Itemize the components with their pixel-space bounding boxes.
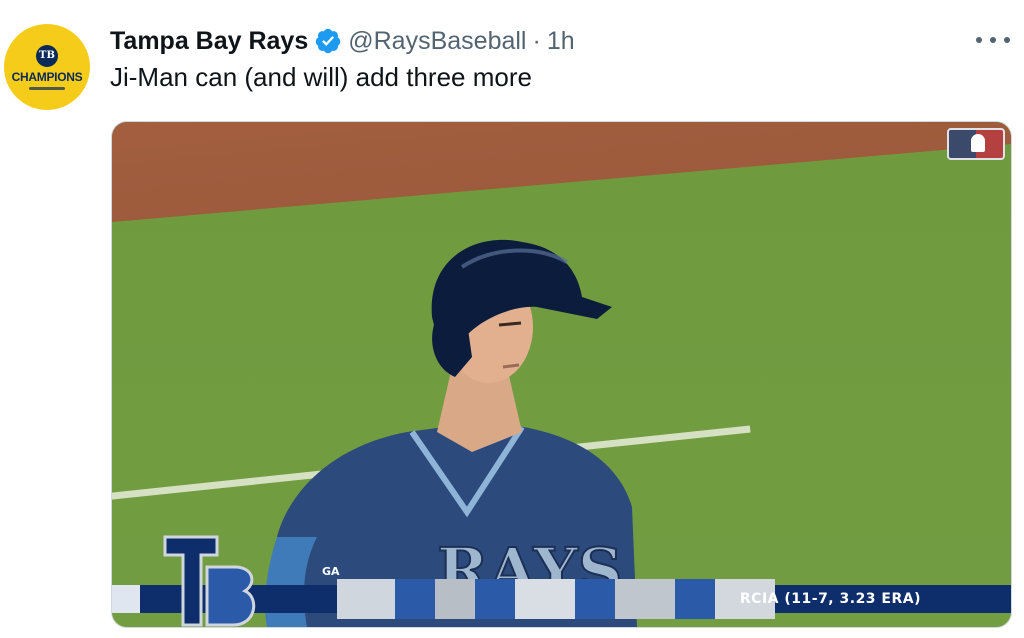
avatar-champions-label: CHAMPIONS bbox=[11, 69, 83, 84]
author-name[interactable]: Tampa Bay Rays bbox=[110, 27, 308, 56]
verified-badge-icon bbox=[314, 27, 342, 55]
avatar-team-badge: TB bbox=[36, 44, 58, 67]
pitcher-stats-text: RCIA (11-7, 3.23 ERA) bbox=[739, 591, 921, 607]
separator-dot: · bbox=[532, 26, 541, 55]
more-options-icon[interactable] bbox=[976, 30, 1010, 50]
baseball-player: RAYS bbox=[265, 239, 637, 627]
tweet-video[interactable]: RAYS GA RCIA (11-7, 3.23 ERA) bbox=[111, 121, 1012, 628]
mlb-logo-icon bbox=[947, 128, 1005, 160]
tb-team-logo-icon bbox=[163, 535, 256, 627]
profile-avatar[interactable]: TB CHAMPIONS bbox=[4, 24, 90, 110]
tweet-timestamp[interactable]: 1h bbox=[547, 27, 575, 56]
tweet-header: Tampa Bay Rays @RaysBaseball · 1h bbox=[110, 24, 575, 58]
tweet-text: Ji-Man can (and will) add three more bbox=[110, 62, 532, 92]
avatar-ribbon bbox=[29, 86, 65, 90]
author-handle[interactable]: @RaysBaseball bbox=[348, 27, 526, 56]
scorebar-prefix: GA bbox=[322, 565, 340, 578]
